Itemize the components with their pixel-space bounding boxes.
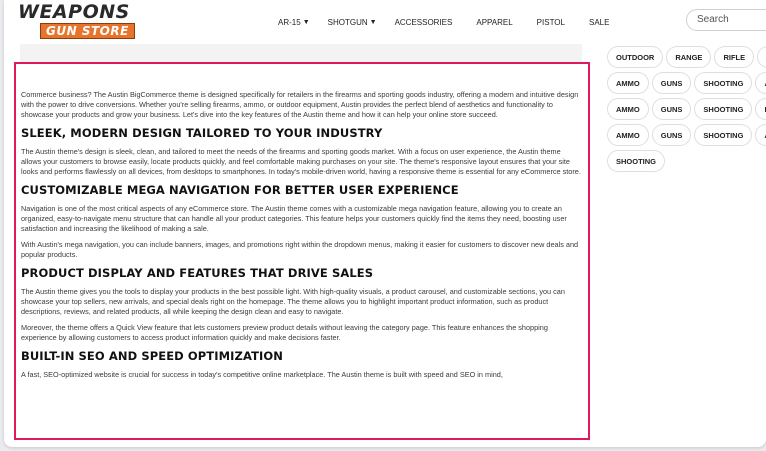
nav-item-label: ACCESSORIES — [394, 17, 453, 27]
tag-guns[interactable]: GUNS — [652, 73, 691, 93]
section-heading: Customizable Mega Navigation for Better … — [21, 183, 459, 197]
tag-row: SHOOTING — [608, 151, 766, 171]
nav-item-sale[interactable]: SALE — [589, 18, 609, 27]
tag-shooting[interactable]: SHOOTING — [695, 99, 752, 119]
caret-down-icon: ▼ — [369, 18, 377, 26]
nav-item-label: PISTOL — [536, 17, 565, 27]
section-paragraph: The Austin theme's design is sleek, clea… — [21, 147, 581, 176]
logo-badge: GUN STORE — [40, 23, 135, 39]
section-paragraph: The Austin theme gives you the tools to … — [21, 287, 565, 316]
tag-ammo[interactable]: AMMO — [608, 73, 648, 93]
article-highlight-box: Commerce business? The Austin BigCommerc… — [14, 62, 590, 440]
tag-ammo[interactable]: AMMO — [758, 47, 766, 67]
nav-item-shotgun[interactable]: SHOTGUN ▼ — [328, 18, 377, 27]
tag-outdoor[interactable]: OUTDOOR — [608, 47, 663, 67]
article-intro: Commerce business? The Austin BigCommerc… — [21, 90, 579, 119]
nav-item-label: SHOTGUN — [327, 17, 368, 27]
tag-shooting[interactable]: SHOOTING — [695, 125, 752, 145]
nav-item-apparel[interactable]: APPAREL — [476, 18, 512, 27]
tag-drill[interactable]: DRILL — [756, 99, 766, 119]
section-heading: Sleek, Modern Design Tailored to Your In… — [21, 126, 383, 140]
section-paragraph: Navigation is one of the most critical a… — [21, 204, 567, 233]
tag-cloud: OUTDOORRANGERIFLEAMMOAMMOGUNSSHOOTINGAMM… — [608, 47, 766, 177]
tag-row: AMMOGUNSSHOOTINGAMMO — [608, 125, 766, 145]
tag-guns[interactable]: GUNS — [652, 125, 691, 145]
tag-range[interactable]: RANGE — [667, 47, 711, 67]
tag-guns[interactable]: GUNS — [652, 99, 691, 119]
tag-row: AMMOGUNSSHOOTINGAMMO — [608, 73, 766, 93]
nav-item-accessories[interactable]: ACCESSORIES — [395, 18, 453, 27]
section-paragraph: Moreover, the theme offers a Quick View … — [21, 323, 548, 342]
section-heading: Built-in SEO and Speed Optimization — [21, 349, 284, 363]
nav-item-label: APPAREL — [476, 17, 513, 27]
nav-item-ar-15[interactable]: AR-15 ▼ — [278, 18, 310, 27]
nav-item-label: SALE — [588, 17, 610, 27]
tag-rifle[interactable]: RIFLE — [715, 47, 754, 67]
tag-ammo[interactable]: AMMO — [756, 125, 766, 145]
logo-wordmark: WEAPONS — [18, 1, 130, 23]
nav-item-pistol[interactable]: PISTOL — [537, 18, 565, 27]
tag-ammo[interactable]: AMMO — [608, 99, 648, 119]
search-input[interactable]: Search — [686, 9, 766, 31]
nav-item-label: AR-15 — [278, 17, 301, 27]
content-top-bar — [20, 44, 582, 62]
section-paragraph: With Austin's mega navigation, you can i… — [21, 240, 579, 259]
site-logo[interactable]: WEAPONS GUN STORE — [18, 3, 146, 39]
tag-shooting[interactable]: SHOOTING — [608, 151, 665, 171]
tag-row: AMMOGUNSSHOOTING DRILL — [608, 99, 766, 119]
tag-shooting[interactable]: SHOOTING — [695, 73, 752, 93]
section-paragraph: A fast, SEO-optimized website is crucial… — [21, 370, 503, 379]
main-nav: AR-15 ▼ SHOTGUN ▼ ACCESSORIES APPAREL PISTOL SA… — [278, 15, 633, 29]
browser-viewport: WEAPONS GUN STORE AR-15 ▼ SHOTGUN ▼ ACCESSOR… — [4, 0, 766, 447]
section-heading: Product Display and Features That Drive … — [21, 266, 374, 280]
site-header: WEAPONS GUN STORE AR-15 ▼ SHOTGUN ▼ ACCESSOR… — [4, 0, 766, 44]
article-body: Commerce business? The Austin BigCommerc… — [21, 76, 581, 386]
caret-down-icon: ▼ — [302, 18, 310, 26]
tag-row: OUTDOORRANGERIFLE AMMO — [608, 47, 766, 67]
tag-ammo[interactable]: AMMO — [608, 125, 648, 145]
tag-ammo[interactable]: AMMO — [756, 73, 766, 93]
